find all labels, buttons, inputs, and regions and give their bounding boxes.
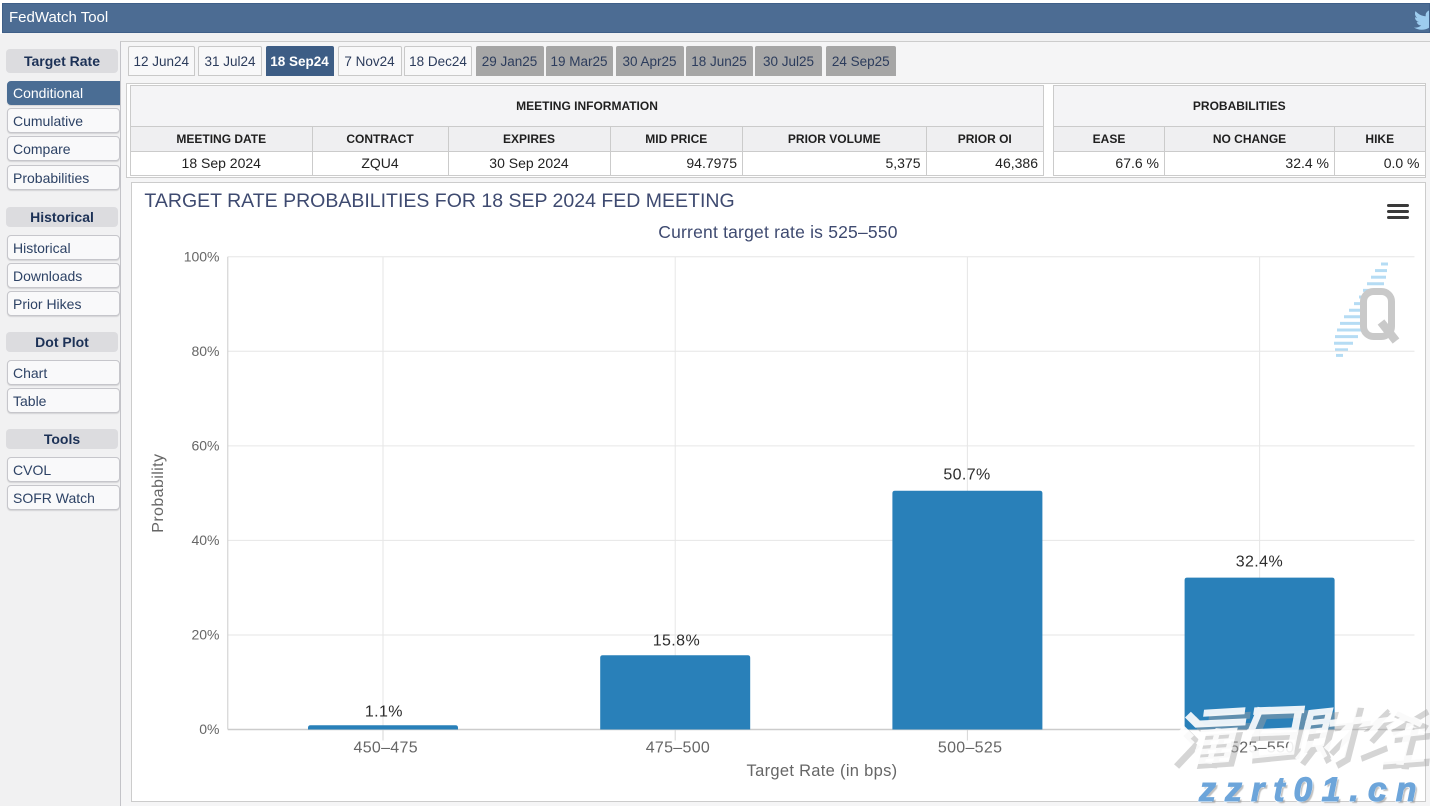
svg-text:100%: 100% <box>184 248 220 264</box>
svg-text:32.4%: 32.4% <box>1236 553 1283 570</box>
svg-text:475–500: 475–500 <box>646 740 710 757</box>
svg-text:40%: 40% <box>191 532 219 548</box>
svg-text:0%: 0% <box>199 721 219 737</box>
svg-text:500–525: 500–525 <box>938 740 1002 757</box>
svg-text:1.1%: 1.1% <box>365 703 403 720</box>
svg-text:450–475: 450–475 <box>354 740 418 757</box>
svg-text:Target Rate (in bps): Target Rate (in bps) <box>747 762 898 780</box>
svg-text:50.7%: 50.7% <box>943 467 990 484</box>
svg-text:15.8%: 15.8% <box>653 633 700 650</box>
svg-text:Probability: Probability <box>150 454 167 533</box>
svg-text:20%: 20% <box>191 627 219 643</box>
svg-text:80%: 80% <box>191 343 219 359</box>
svg-text:60%: 60% <box>191 437 219 453</box>
